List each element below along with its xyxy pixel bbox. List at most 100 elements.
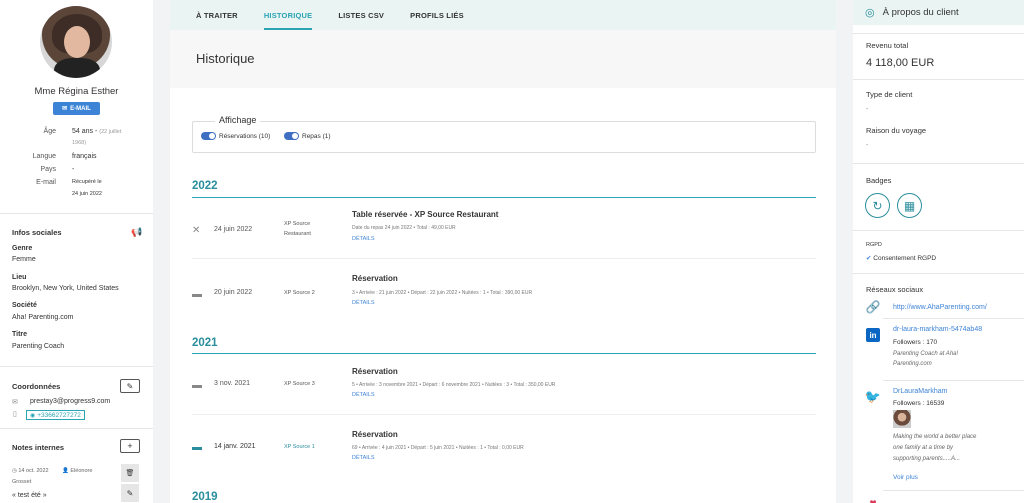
age-birth-year: 1968): [72, 140, 87, 146]
notes-title: Notes internes: [12, 443, 65, 452]
societe-label: Société: [12, 302, 37, 309]
plus-icon: +: [127, 441, 133, 451]
delete-note-button[interactable]: 🗑: [121, 464, 139, 482]
toggle-switch[interactable]: [284, 132, 299, 140]
year-heading-2019: 2019: [192, 491, 218, 503]
entry-title: Table réservée - XP Source Restaurant: [352, 210, 499, 219]
edit-note-button[interactable]: ✎: [121, 484, 139, 502]
note-author: 👤 Eléonore: [62, 468, 93, 474]
email-recovered: Récupéré le: [72, 179, 102, 185]
titre-value: Parenting Coach: [12, 343, 65, 350]
details-link[interactable]: DÉTAILS: [352, 392, 375, 398]
fork-knife-icon: ✕: [192, 225, 201, 236]
twitter-followers: Followers : 16539: [893, 400, 945, 407]
twitter-handle[interactable]: DrLauraMarkham: [893, 388, 947, 395]
bed-icon: ▬: [192, 289, 202, 300]
whatsapp-icon: ◉: [30, 412, 36, 419]
building-badge-icon[interactable]: ▦: [897, 193, 922, 218]
phone-badge[interactable]: ◉ +33662727272: [26, 410, 85, 420]
link-icon: 🔗: [865, 300, 881, 314]
entry-source: XP Source 3: [284, 381, 315, 387]
tab-listes-csv[interactable]: LISTES CSV: [338, 0, 384, 30]
entry-title: Réservation: [352, 430, 398, 439]
phone-icon: ▯: [13, 411, 17, 418]
avatar: [40, 6, 112, 78]
infos-sociales-title: Infos sociales: [12, 228, 62, 237]
note-date: ◷ 14 oct. 2022: [12, 468, 49, 474]
email-recovered-date: 24 juin 2022: [72, 191, 102, 197]
pays-value: -: [72, 166, 75, 173]
details-link[interactable]: DÉTAILS: [352, 300, 375, 306]
about-header: ◎ À propos du client: [853, 0, 1024, 25]
tab-a-traiter[interactable]: À TRAITER: [196, 0, 238, 30]
megaphone-icon[interactable]: 📢: [131, 227, 142, 238]
linkedin-handle[interactable]: dr-laura-markham-5474ab48: [893, 326, 982, 333]
langue-label: Langue: [32, 153, 56, 160]
trash-icon: 🗑: [125, 470, 135, 477]
lieu-value: Brooklyn, New York, United States: [12, 285, 119, 292]
rgpd-consent: ✔ Consentement RGPD: [866, 255, 937, 262]
twitter-icon: 🐦: [864, 389, 882, 404]
entry-detail: 5 • Arrivée : 3 novembre 2021 • Départ :…: [352, 382, 556, 388]
entry-source: XP Source 2: [284, 290, 315, 296]
pencil-icon: ✎: [126, 488, 134, 498]
toggle-reservations[interactable]: Réservations (10): [201, 132, 270, 140]
refresh-badge-icon[interactable]: ↻: [865, 193, 890, 218]
check-circle-icon: ✔: [866, 255, 872, 262]
entry-detail: 69 • Arrivée : 4 juin 2021 • Départ : 5 …: [352, 445, 524, 451]
note-text: « test été »: [12, 492, 47, 499]
revenu-value: 4 118,00 EUR: [866, 57, 935, 69]
details-link[interactable]: DÉTAILS: [352, 455, 375, 461]
year-heading-2021: 2021: [192, 337, 218, 349]
client-sidebar: Mme Régina Esther ✉ E-MAIL Âge 54 ans - …: [0, 0, 153, 503]
genre-value: Femme: [12, 256, 36, 263]
entry-source: XP Source: [284, 221, 311, 227]
note-author-surname: Grosset: [12, 479, 32, 485]
linkedin-bio-line-2: Parenting.com: [893, 361, 932, 367]
entry-date: 3 nov. 2021: [214, 380, 251, 387]
heart-icon: ♥: [869, 496, 877, 503]
langue-value: français: [72, 153, 97, 160]
age-value: 54 ans - (22 juillet: [72, 128, 122, 135]
revenu-label: Revenu total: [866, 41, 909, 50]
badges-label: Badges: [866, 176, 892, 185]
genre-label: Genre: [12, 245, 33, 252]
rgpd-label: RGPD: [866, 242, 882, 248]
history-panel: Affichage Réservations (10) Repas (1) 20…: [170, 88, 836, 503]
type-value: -: [866, 106, 869, 113]
tab-profils-lies[interactable]: PROFILS LIÉS: [410, 0, 464, 30]
linkedin-bio: Parenting Coach at Aha!: [893, 351, 959, 357]
titre-label: Titre: [12, 331, 28, 338]
twitter-avatar: [893, 410, 911, 428]
toggle-repas[interactable]: Repas (1): [284, 132, 331, 140]
bed-icon: ▬: [192, 380, 202, 391]
details-link[interactable]: DÉTAILS: [352, 236, 375, 242]
entry-date: 24 juin 2022: [214, 226, 253, 233]
tab-historique[interactable]: HISTORIQUE: [263, 0, 313, 30]
add-note-button[interactable]: +: [120, 439, 140, 453]
website-link[interactable]: http://www.AhaParenting.com/: [893, 304, 987, 311]
entry-title: Réservation: [352, 274, 398, 283]
affichage-title: Affichage: [215, 115, 261, 125]
contact-email[interactable]: prestay3@progress9.com: [30, 398, 110, 405]
entry-date: 14 janv. 2021: [214, 443, 256, 450]
linkedin-followers: Followers : 170: [893, 339, 938, 346]
coordonnees-title: Coordonnées: [12, 382, 61, 391]
edit-coordonnees-button[interactable]: ✎: [120, 379, 140, 393]
pencil-icon: ✎: [126, 381, 134, 391]
toggle-switch[interactable]: [201, 132, 216, 140]
twitter-bio: Making the world a better place: [893, 434, 977, 440]
email-button[interactable]: ✉ E-MAIL: [53, 102, 100, 115]
twitter-bio-line-3: supporting parents.....A...: [893, 456, 961, 462]
pays-label: Pays: [40, 166, 56, 173]
raison-value: -: [866, 142, 869, 149]
about-client-panel: ◎ À propos du client Revenu total 4 118,…: [853, 0, 1024, 503]
entry-source: XP Source 1: [284, 444, 315, 450]
raison-label: Raison du voyage: [866, 126, 927, 135]
credit-card-icon: ▬: [192, 442, 202, 453]
linkedin-icon: in: [866, 328, 880, 342]
societe-value: Aha! Parenting.com: [12, 314, 74, 321]
voir-plus-link[interactable]: Voir plus: [893, 474, 918, 481]
lieu-label: Lieu: [12, 274, 27, 281]
entry-detail: 3 • Arrivée : 21 juin 2022 • Départ : 22…: [352, 290, 533, 296]
